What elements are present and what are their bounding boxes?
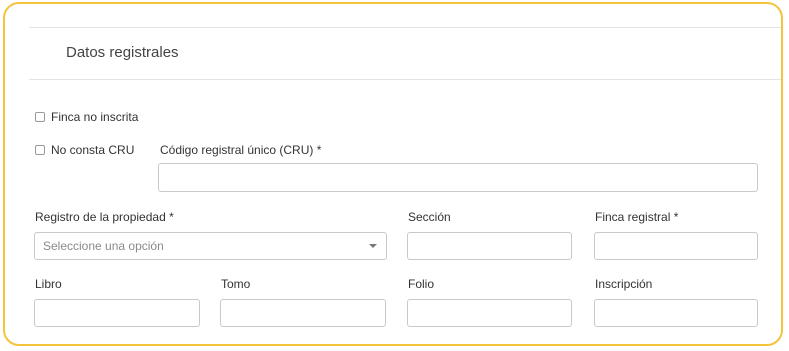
finca-registral-input[interactable] xyxy=(594,232,758,260)
datos-registrales-card: Datos registrales Finca no inscrita No c… xyxy=(3,2,783,346)
no-consta-cru-label: No consta CRU xyxy=(51,143,135,157)
inscripcion-input[interactable] xyxy=(594,299,758,327)
no-consta-cru-checkbox-row[interactable]: No consta CRU xyxy=(35,143,134,157)
finca-no-inscrita-checkbox[interactable] xyxy=(35,112,45,122)
libro-label: Libro xyxy=(35,277,62,291)
seccion-input[interactable] xyxy=(407,232,572,260)
top-divider xyxy=(29,27,781,28)
tomo-input[interactable] xyxy=(220,299,386,327)
registro-propiedad-placeholder: Seleccione una opción xyxy=(43,239,164,253)
seccion-label: Sección xyxy=(408,210,451,224)
finca-registral-label: Finca registral * xyxy=(595,210,679,224)
registro-propiedad-select[interactable]: Seleccione una opción xyxy=(34,232,387,260)
libro-input[interactable] xyxy=(34,299,200,327)
folio-label: Folio xyxy=(408,277,435,291)
no-consta-cru-checkbox[interactable] xyxy=(35,145,45,155)
registro-propiedad-label: Registro de la propiedad * xyxy=(35,210,174,224)
inscripcion-label: Inscripción xyxy=(595,277,653,291)
section-divider xyxy=(29,79,781,80)
finca-no-inscrita-checkbox-row[interactable]: Finca no inscrita xyxy=(35,110,138,124)
chevron-down-icon xyxy=(369,244,377,248)
section-title: Datos registrales xyxy=(66,44,179,61)
cru-label: Código registral único (CRU) * xyxy=(160,143,322,157)
finca-no-inscrita-label: Finca no inscrita xyxy=(51,110,139,124)
folio-input[interactable] xyxy=(407,299,572,327)
tomo-label: Tomo xyxy=(221,277,251,291)
cru-input[interactable] xyxy=(158,163,758,192)
